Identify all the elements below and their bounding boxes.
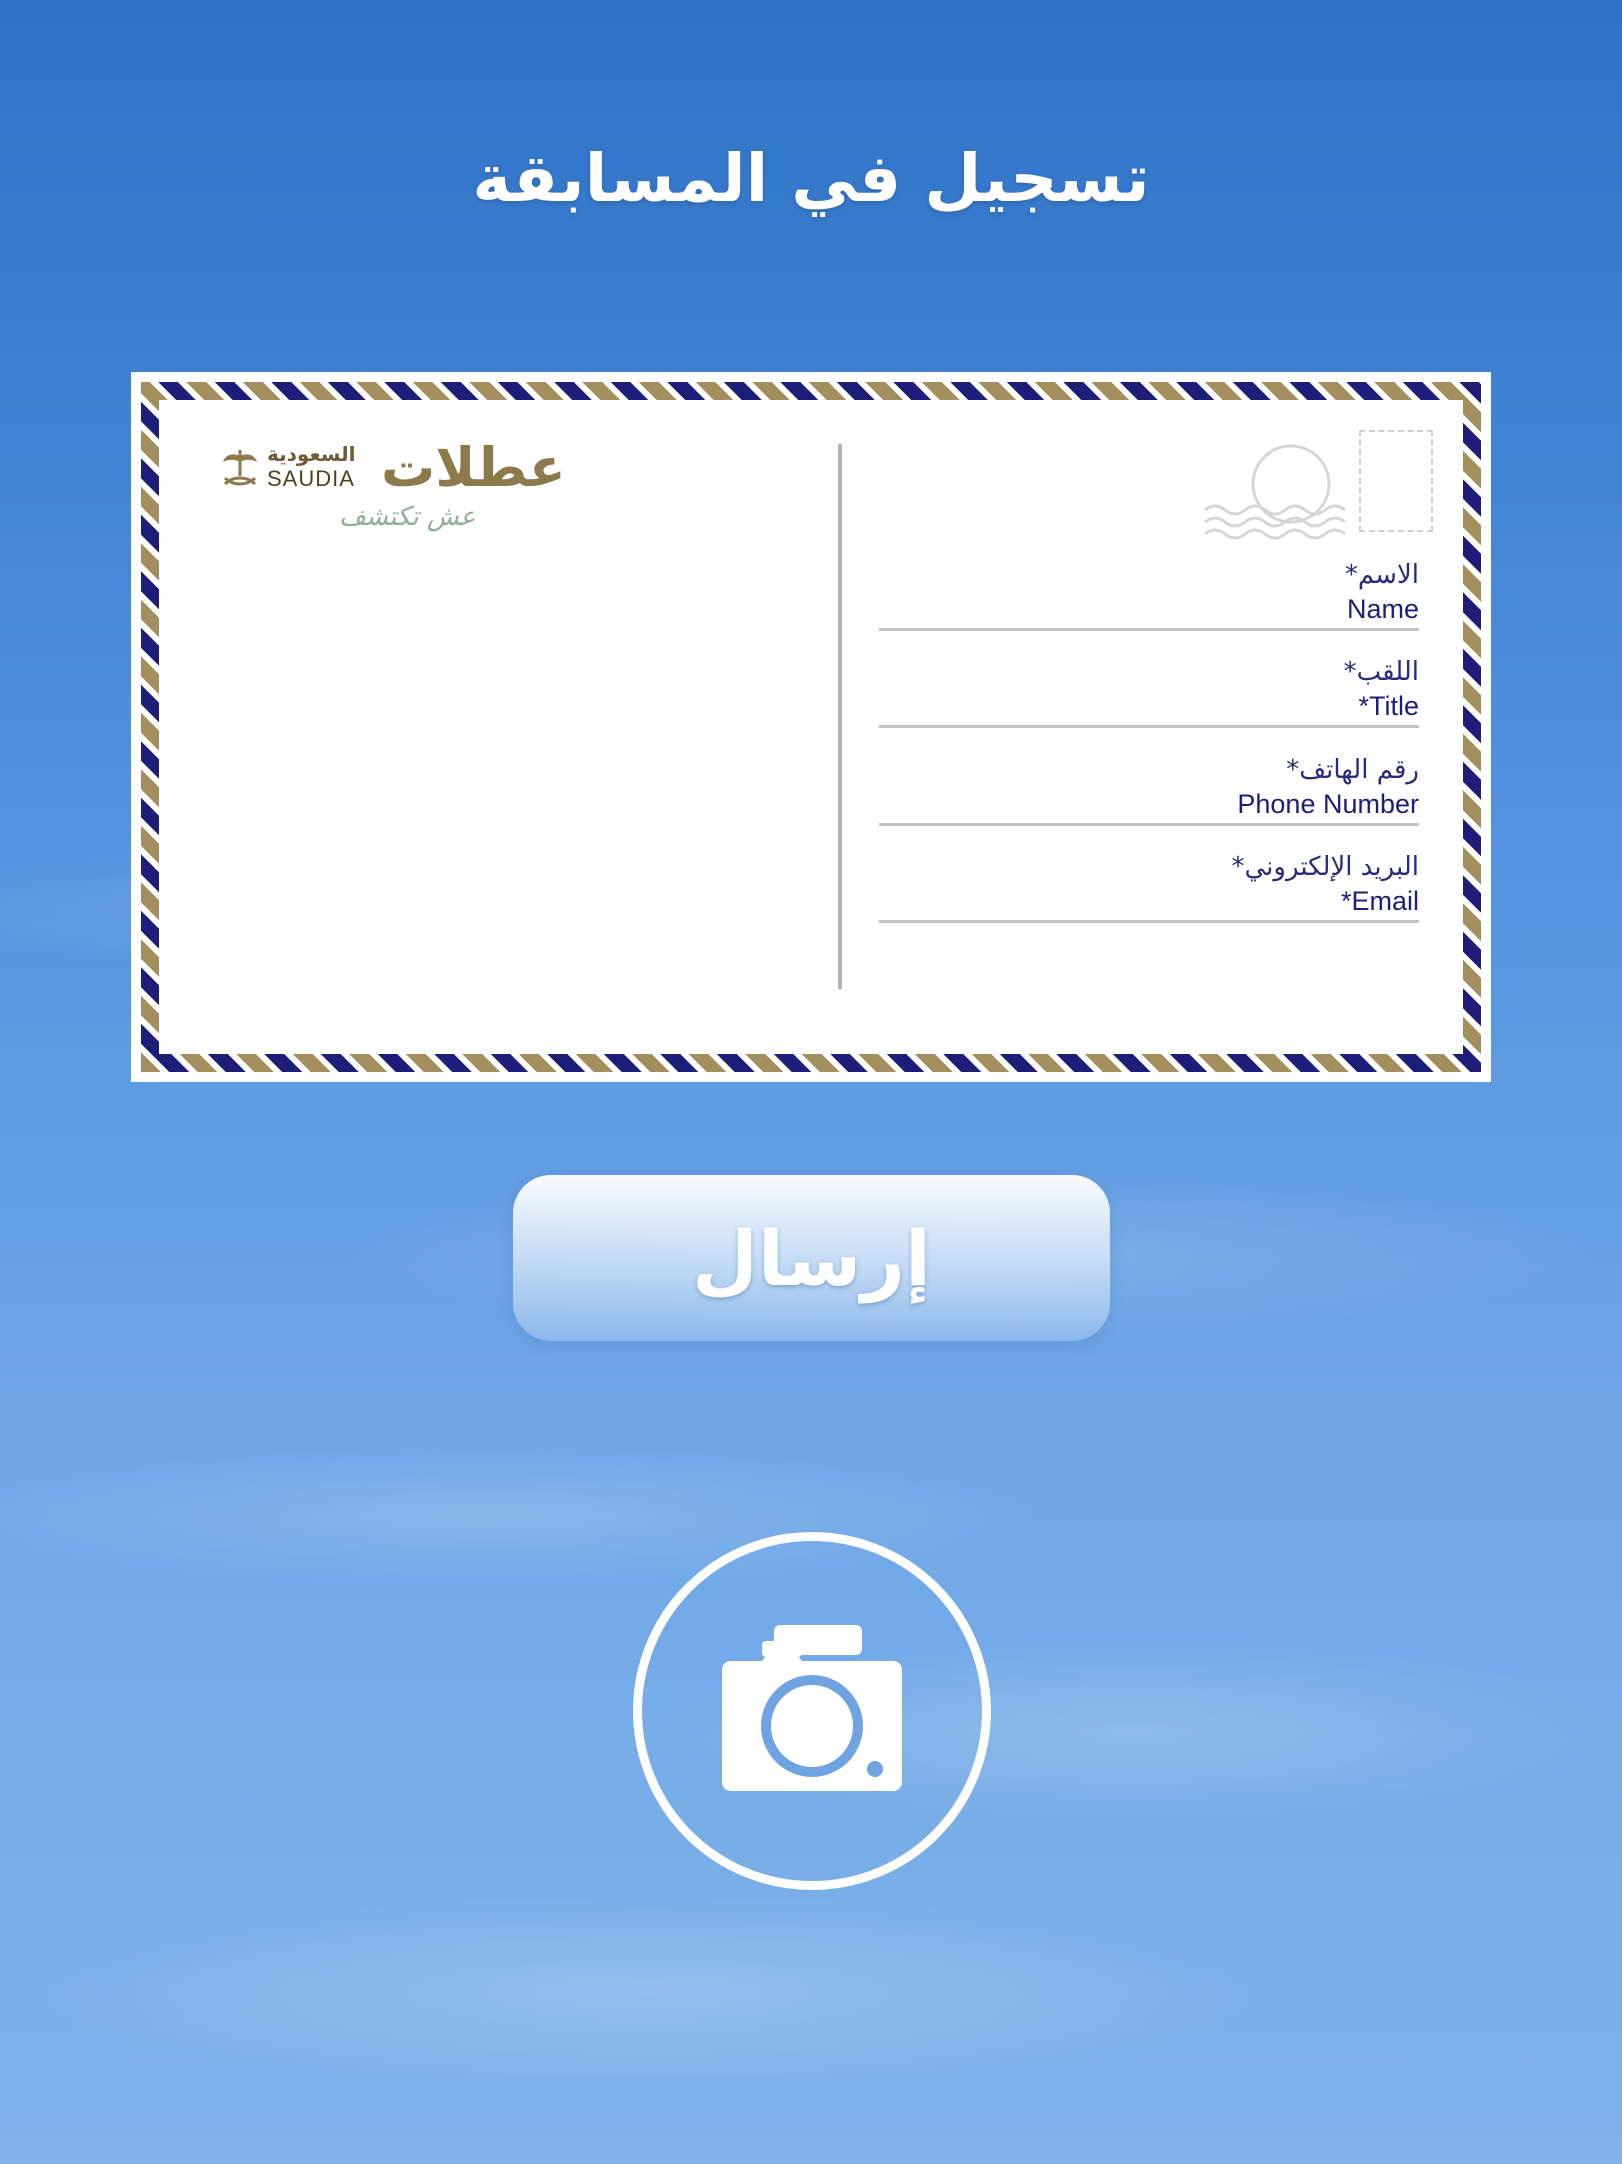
postcard-divider — [838, 444, 842, 989]
stamp-area — [1203, 430, 1433, 550]
phone-label-arabic: رقم الهاتف* — [1286, 755, 1419, 785]
registration-postcard: السعودية SAUDIA عطلات عش تكتشف الاسم* Na… — [131, 372, 1491, 1082]
title-input-line[interactable] — [879, 725, 1419, 728]
brand-logos: السعودية SAUDIA عطلات عش تكتشف — [219, 436, 639, 550]
phone-input-line[interactable] — [879, 823, 1419, 826]
name-input-line[interactable] — [879, 628, 1419, 631]
camera-button[interactable] — [633, 1532, 991, 1890]
name-label-arabic: الاسم* — [1344, 560, 1419, 590]
postcard-body: السعودية SAUDIA عطلات عش تكتشف الاسم* Na… — [159, 400, 1463, 1054]
saudia-emblem-icon — [223, 450, 257, 486]
page-title: تسجيل في المسابقة — [472, 140, 1150, 217]
otlat-logo: عطلات — [381, 436, 566, 499]
stamp-placeholder — [1359, 430, 1433, 532]
camera-icon — [722, 1625, 902, 1791]
title-label-english: *Title — [1358, 691, 1419, 721]
phone-field[interactable]: رقم الهاتف* Phone Number — [879, 753, 1419, 826]
submit-button[interactable]: إرسال — [513, 1175, 1110, 1341]
saudia-arabic-wordmark: السعودية — [267, 442, 356, 466]
postmark-icon — [1204, 444, 1346, 540]
otlat-slogan: عش تكتشف — [339, 502, 476, 532]
email-label-arabic: البريد الإلكتروني* — [1231, 852, 1419, 882]
email-input-line[interactable] — [879, 920, 1419, 923]
title-label-arabic: اللقب* — [1343, 657, 1419, 687]
phone-label-english: Phone Number — [1237, 789, 1419, 819]
email-label-english: *Email — [1340, 886, 1419, 916]
email-field[interactable]: البريد الإلكتروني* *Email — [879, 850, 1419, 923]
saudia-english-wordmark: SAUDIA — [267, 466, 355, 491]
title-field[interactable]: اللقب* *Title — [879, 655, 1419, 728]
name-field[interactable]: الاسم* Name — [879, 558, 1419, 631]
name-label-english: Name — [1346, 594, 1419, 624]
